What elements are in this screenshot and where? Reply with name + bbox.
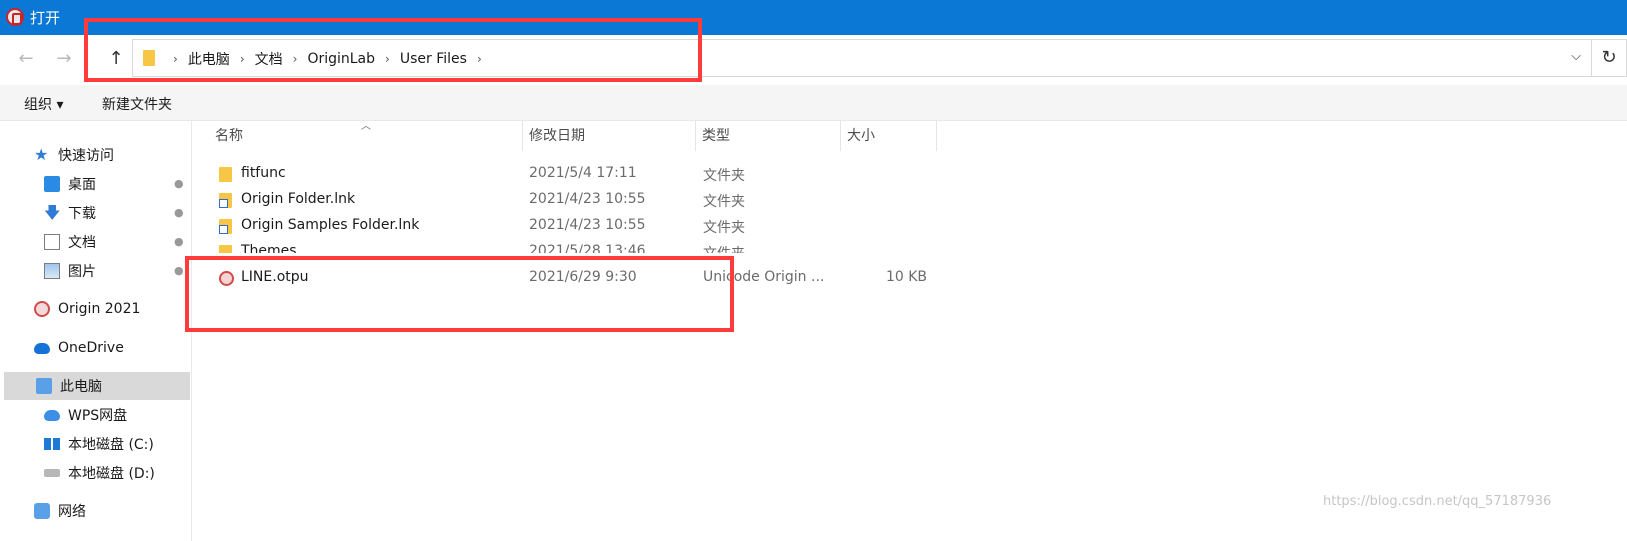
window-title: 打开 [30,9,61,27]
organize-button[interactable]: 组织 ▾ [24,94,63,114]
sidebar-item-pictures[interactable]: 图片 [44,257,96,285]
navigation-pane: ★ 快速访问 桌面 ● 🡇 下载 ● 文档 ● 图片 ● Origin 2021… [0,121,192,541]
sidebar-item-label: 文档 [68,235,96,251]
pin-icon: ● [174,235,184,248]
sidebar-item-label: 图片 [68,264,96,280]
file-list: ︿ 名称 修改日期 类型 大小 fitfunc 2021/5/4 17:11 文… [193,121,1627,541]
breadcrumb-this-pc[interactable]: 此电脑 [184,49,234,69]
document-icon [44,234,60,250]
sidebar-item-label: OneDrive [58,340,124,356]
sidebar-item-label: 下载 [68,206,96,222]
chevron-right-icon[interactable]: › [379,52,396,66]
network-icon [34,503,50,519]
file-date: 2021/4/23 10:55 [529,217,646,233]
sidebar-item-label: WPS网盘 [68,408,128,424]
file-size: 10 KB [885,269,927,285]
sidebar-item-onedrive[interactable]: OneDrive [34,334,124,362]
folder-icon [143,50,155,66]
folder-icon [219,167,232,182]
sidebar-item-this-pc[interactable]: 此电脑 [4,372,190,400]
address-bar[interactable]: › 此电脑 › 文档 › OriginLab › User Files › ⌵ [132,39,1592,77]
sidebar-item-label: 此电脑 [60,379,102,395]
refresh-icon[interactable]: ↻ [1592,39,1627,77]
table-row[interactable]: Origin Folder.lnk 2021/4/23 10:55 文件夹 [193,187,953,213]
file-date: 2021/5/28 13:46 [529,243,646,253]
pictures-icon [44,263,60,279]
sidebar-item-label: Origin 2021 [58,301,141,317]
sidebar-item-drive-c[interactable]: 本地磁盘 (C:) [44,430,154,458]
back-arrow-icon[interactable]: ← [14,47,38,71]
title-bar: 打开 [0,0,1627,35]
cloud-icon [34,342,50,354]
pin-icon: ● [174,206,184,219]
sidebar-item-origin-2021[interactable]: Origin 2021 [34,295,140,323]
file-date: 2021/5/4 17:11 [529,165,637,181]
breadcrumb-originlab[interactable]: OriginLab [303,51,379,67]
sidebar-item-label: 网络 [58,504,86,520]
file-name: LINE.otpu [241,269,309,285]
sidebar-item-desktop[interactable]: 桌面 [44,170,96,198]
forward-arrow-icon[interactable]: → [52,47,76,71]
watermark-text: https://blog.csdn.net/qq_57187936 [1323,494,1552,509]
folder-icon [219,245,232,253]
download-icon: 🡇 [44,203,61,222]
column-header-date[interactable]: 修改日期 [523,121,696,151]
breadcrumb-user-files[interactable]: User Files [396,51,471,67]
table-row[interactable]: Themes 2021/5/28 13:46 文件夹 [193,239,953,253]
origin-file-icon [219,271,234,286]
file-name: Origin Samples Folder.lnk [241,217,420,233]
sidebar-item-label: 桌面 [68,177,96,193]
sidebar-item-label: 本地磁盘 (D:) [68,466,155,482]
table-row[interactable]: LINE.otpu 2021/6/29 9:30 Unicode Origin … [193,265,953,291]
breadcrumb: › 此电脑 › 文档 › OriginLab › User Files › [167,40,488,78]
column-header-name[interactable]: 名称 [209,121,523,151]
sidebar-item-label: 快速访问 [58,148,114,164]
drive-icon [44,469,60,477]
file-type: 文件夹 [703,220,745,236]
column-header-size[interactable]: 大小 [841,121,937,151]
sidebar-item-documents[interactable]: 文档 [44,228,96,256]
navigation-bar: ← → ↑ › 此电脑 › 文档 › OriginLab › User File… [0,35,1627,85]
star-icon: ★ [34,145,49,164]
sidebar-item-network[interactable]: 网络 [34,497,86,525]
pin-icon: ● [174,177,184,190]
chevron-right-icon[interactable]: › [167,52,184,66]
shortcut-folder-icon [219,193,232,208]
origin-app-icon [6,8,24,26]
chevron-right-icon[interactable]: › [234,52,251,66]
column-header-type[interactable]: 类型 [696,121,841,151]
desktop-icon [44,176,60,192]
file-name: Origin Folder.lnk [241,191,356,207]
breadcrumb-documents[interactable]: 文档 [251,49,287,69]
pin-icon: ● [174,264,184,277]
origin-icon [34,301,50,317]
file-name: fitfunc [241,165,286,181]
file-date: 2021/6/29 9:30 [529,269,637,285]
table-row[interactable]: fitfunc 2021/5/4 17:11 文件夹 [193,161,953,187]
sidebar-item-quick-access[interactable]: ★ 快速访问 [34,141,114,169]
command-toolbar: 组织 ▾ 新建文件夹 [0,85,1627,121]
table-row[interactable]: Origin Samples Folder.lnk 2021/4/23 10:5… [193,213,953,239]
wps-cloud-icon [44,409,60,421]
file-type: 文件夹 [703,243,745,253]
sidebar-item-wps-cloud[interactable]: WPS网盘 [44,401,127,429]
sidebar-item-label: 本地磁盘 (C:) [68,437,154,453]
file-type: Unicode Origin ... [703,269,825,285]
chevron-right-icon[interactable]: › [471,52,488,66]
file-name: Themes [241,243,297,253]
file-type: 文件夹 [703,194,745,210]
file-type: 文件夹 [703,168,745,184]
pc-icon [36,378,52,394]
chevron-down-icon[interactable]: ⌵ [1571,49,1581,64]
new-folder-button[interactable]: 新建文件夹 [102,94,172,114]
sidebar-item-downloads[interactable]: 🡇 下载 [44,199,96,227]
shortcut-folder-icon [219,219,232,234]
up-arrow-icon[interactable]: ↑ [104,47,128,71]
windows-drive-icon [44,438,60,450]
sidebar-item-drive-d[interactable]: 本地磁盘 (D:) [44,459,155,487]
file-date: 2021/4/23 10:55 [529,191,646,207]
chevron-right-icon[interactable]: › [287,52,304,66]
